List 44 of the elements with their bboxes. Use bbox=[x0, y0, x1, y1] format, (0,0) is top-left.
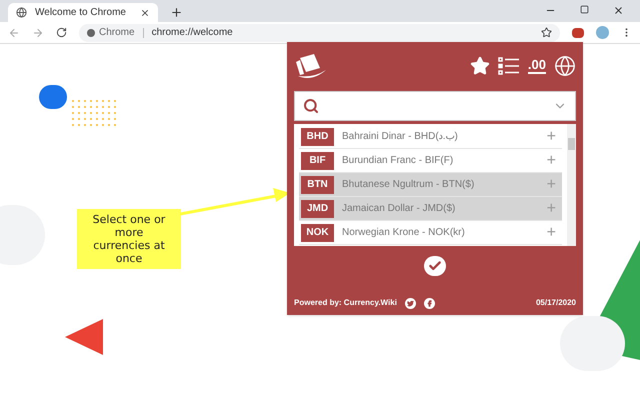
currency-code: BIF bbox=[301, 152, 334, 170]
maximize-icon[interactable] bbox=[580, 5, 589, 14]
currency-row[interactable]: JMD Jamaican Dollar - JMD($) + bbox=[299, 197, 562, 221]
close-window-icon[interactable] bbox=[613, 5, 624, 16]
star-icon[interactable] bbox=[470, 56, 490, 76]
extension-icon[interactable] bbox=[572, 28, 584, 38]
checkmark-icon bbox=[428, 259, 442, 273]
currency-name: Bhutanese Ngultrum - BTN($) bbox=[342, 178, 476, 192]
footer-date: 05/17/2020 bbox=[536, 297, 576, 309]
decimal-button[interactable]: .00 bbox=[528, 58, 546, 74]
currency-name: Norwegian Krone - NOK(kr) bbox=[342, 226, 466, 240]
bookmark-star-icon[interactable] bbox=[541, 27, 552, 38]
new-tab-icon[interactable] bbox=[170, 6, 183, 19]
scrollbar[interactable] bbox=[567, 124, 576, 246]
close-icon[interactable] bbox=[140, 8, 150, 18]
currency-row[interactable]: NOK Norwegian Krone - NOK(kr) + bbox=[299, 221, 562, 245]
twitter-icon[interactable] bbox=[404, 298, 416, 308]
currency-code: BTN bbox=[301, 176, 334, 194]
list-icon[interactable] bbox=[498, 56, 520, 74]
currency-code: JMD bbox=[301, 200, 334, 218]
reload-icon[interactable] bbox=[56, 27, 67, 38]
currency-row[interactable]: BTN Bhutanese Ngultrum - BTN($) + bbox=[299, 173, 562, 197]
currency-name: Jamaican Dollar - JMD($) bbox=[342, 202, 456, 216]
browser-tab[interactable]: Welcome to Chrome bbox=[8, 3, 158, 22]
powered-by-text: Powered by: Currency.Wiki bbox=[294, 297, 397, 309]
currency-row[interactable]: BIF Burundian Franc - BIF(F) + bbox=[299, 149, 562, 173]
currency-code: NOK bbox=[301, 224, 334, 242]
site-label: Chrome bbox=[99, 26, 135, 40]
url-text: chrome://welcome bbox=[152, 26, 233, 40]
search-field[interactable] bbox=[294, 91, 576, 121]
decor-triangle bbox=[63, 317, 106, 357]
currency-name: Bahraini Dinar - BHD(ب.د) bbox=[342, 130, 459, 144]
confirm-button[interactable] bbox=[424, 256, 446, 276]
address-bar[interactable]: Chrome chrome://welcome bbox=[79, 24, 560, 42]
search-icon bbox=[303, 98, 319, 114]
money-logo-icon bbox=[294, 52, 328, 80]
tab-title: Welcome to Chrome bbox=[35, 6, 127, 20]
facebook-icon[interactable] bbox=[424, 298, 435, 308]
globe-icon[interactable] bbox=[554, 54, 576, 76]
site-icon bbox=[87, 28, 95, 36]
currency-name: Burundian Franc - BIF(F) bbox=[342, 154, 454, 168]
globe-icon bbox=[16, 7, 27, 18]
callout-text: Select one or more currencies at once bbox=[92, 213, 166, 265]
currency-code: BHD bbox=[301, 128, 334, 146]
